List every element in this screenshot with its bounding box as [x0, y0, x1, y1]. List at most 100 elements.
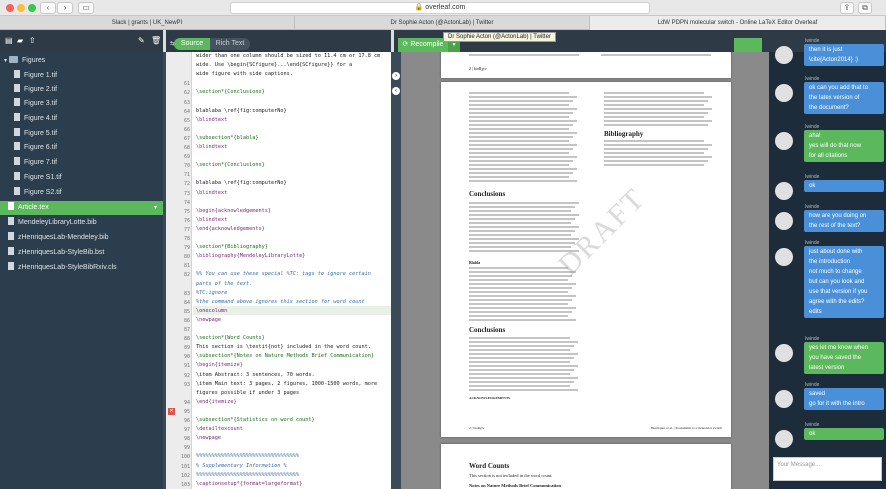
pdf-text-line	[604, 96, 712, 98]
line-number: 88	[183, 336, 190, 343]
recompile-button[interactable]: ⟳ Recompile	[398, 38, 448, 52]
pdf-text-line	[469, 140, 569, 142]
file-item[interactable]: Figure S2.tif	[14, 186, 62, 200]
avatar	[775, 132, 793, 150]
code-line: %the command above ignores this section …	[196, 298, 365, 305]
line-number: 62	[183, 90, 190, 97]
line-number: 86	[183, 317, 190, 324]
tab-twitter[interactable]: Dr Sophie Acton (@ActonLab) | Twitter	[295, 16, 590, 30]
file-icon	[8, 232, 14, 240]
maximize-window-icon[interactable]	[28, 4, 36, 12]
code-line: This section is \textit{not} included in…	[196, 344, 371, 351]
close-window-icon[interactable]	[6, 4, 14, 12]
back-button[interactable]: ‹	[40, 2, 56, 14]
line-number: 79	[183, 245, 190, 252]
code-line: \blindtext	[196, 216, 228, 223]
url-bar[interactable]: 🔒 overleaf.com	[230, 2, 650, 14]
avatar	[775, 344, 793, 362]
chat-message-line: how are you doing on	[809, 213, 867, 219]
line-number: 74	[183, 199, 190, 206]
line-number: 65	[183, 117, 190, 124]
file-item[interactable]: zHenriquesLab-Mendeley.bib	[8, 231, 109, 245]
pdf-text-line	[469, 234, 571, 236]
file-label: zHenriquesLab-StyleBib.bst	[18, 249, 105, 256]
chat-message-line: go for it with the intro	[809, 401, 865, 407]
file-label: Figure 1.tif	[24, 72, 58, 79]
pdf-text-line	[469, 341, 578, 343]
chat-message-line: not much to change	[809, 269, 862, 275]
pdf-text-line	[469, 112, 573, 114]
pdf-text-line	[469, 315, 568, 317]
line-number: 89	[183, 345, 190, 352]
code-line: \item Abstract: 3 sentences, 70 words.	[196, 371, 315, 378]
file-item[interactable]: Figure 7.tif	[14, 156, 57, 170]
pdf-text-line	[469, 307, 576, 309]
code-line: \item Main text: 3 pages, 2 figures, 100…	[196, 380, 378, 387]
code-line: \captionsetup*{format=largeformat}	[196, 480, 303, 487]
chevron-down-icon[interactable]: ▾	[154, 201, 157, 215]
new-folder-icon[interactable]: ▰	[17, 36, 23, 45]
file-item[interactable]: Figure S1.tif	[14, 171, 62, 185]
error-marker-icon[interactable]: ✕	[168, 408, 175, 415]
chat-message: just about done with the introduction not …	[804, 246, 884, 318]
tab-slack[interactable]: Slack | grants | UK_NewPI	[0, 16, 295, 30]
line-number: 99	[183, 445, 190, 452]
source-toggle[interactable]: Source	[174, 38, 210, 50]
word-counts-text: This section is not included in the word…	[469, 473, 553, 478]
file-item[interactable]: Figure 6.tif	[14, 141, 57, 155]
line-number: 67	[183, 135, 190, 142]
file-item[interactable]: MendeleyLibraryLotte.bib	[8, 216, 97, 230]
pdf-text-line	[604, 140, 704, 142]
file-label: Figure 6.tif	[24, 144, 58, 151]
code-line: \onecolumn	[196, 307, 228, 314]
chat-toggle-button[interactable]	[734, 38, 762, 52]
code-line: %% You can use these special %TC: tags t…	[196, 271, 371, 278]
code-line: \end{acknowledgements}	[196, 225, 265, 232]
file-icon	[8, 202, 14, 210]
sidebar-toggle-icon[interactable]: ▭	[78, 2, 94, 14]
pdf-text-line	[469, 287, 572, 289]
pdf-page-3: Word Counts This section is not included…	[441, 444, 731, 489]
tabs-overview-icon[interactable]: ⧉	[858, 2, 872, 14]
code-editor[interactable]: wider than one column should be sized to…	[166, 52, 391, 489]
avatar	[775, 46, 793, 64]
file-item[interactable]: zHenriquesLab-StyleBibRxiv.cls	[8, 261, 117, 275]
line-number: 94	[183, 399, 190, 406]
new-file-icon[interactable]: ▤	[5, 36, 13, 45]
rename-icon[interactable]: ✎	[138, 36, 145, 45]
pdf-text-line	[469, 124, 573, 126]
file-item[interactable]: Figure 3.tif	[14, 97, 57, 111]
pdf-text-line	[469, 279, 568, 281]
richtext-toggle[interactable]: Rich Text	[210, 38, 250, 50]
line-number: 96	[183, 418, 190, 424]
sync-to-code-icon[interactable]: ‹	[392, 87, 400, 95]
upload-icon[interactable]: ⇧	[29, 36, 36, 45]
pdf-text-line	[469, 385, 570, 387]
tab-overleaf[interactable]: LdW PDPN molecular switch - Online LaTeX…	[590, 16, 886, 30]
file-icon	[14, 98, 20, 106]
chat-message: how are you doing on the rest of the text…	[804, 210, 884, 232]
code-line: \blindtext	[196, 189, 228, 196]
folder-figures[interactable]: ▾ Figures	[4, 54, 45, 68]
editor-pdf-resize-handle[interactable]: › ‹	[391, 52, 401, 489]
file-item[interactable]: Figure 2.tif	[14, 83, 57, 97]
delete-icon[interactable]: 🗑	[151, 36, 161, 45]
file-item[interactable]: Figure 5.tif	[14, 127, 57, 141]
sync-to-pdf-icon[interactable]: ›	[392, 72, 400, 80]
minimize-window-icon[interactable]	[17, 4, 25, 12]
forward-button[interactable]: ›	[57, 2, 73, 14]
pdf-text-line	[469, 100, 573, 102]
share-icon[interactable]: ⇪	[840, 2, 854, 14]
pdf-text-line	[469, 222, 571, 224]
file-item-active[interactable]: Article.tex ▾	[0, 201, 163, 215]
line-number: 76	[183, 217, 190, 224]
pdf-text-line	[469, 172, 573, 174]
file-item[interactable]: Figure 1.tif	[14, 69, 57, 83]
file-item[interactable]: zHenriquesLab-StyleBib.bst	[8, 246, 104, 260]
chat-message-input[interactable]: Your Message...	[773, 457, 882, 481]
chat-message-line: the introduction	[809, 259, 851, 265]
file-icon	[14, 172, 20, 180]
pdf-text-line	[469, 96, 577, 98]
file-item[interactable]: Figure 4.tif	[14, 112, 57, 126]
chat-message: ok can you add that to the latex version …	[804, 82, 884, 114]
